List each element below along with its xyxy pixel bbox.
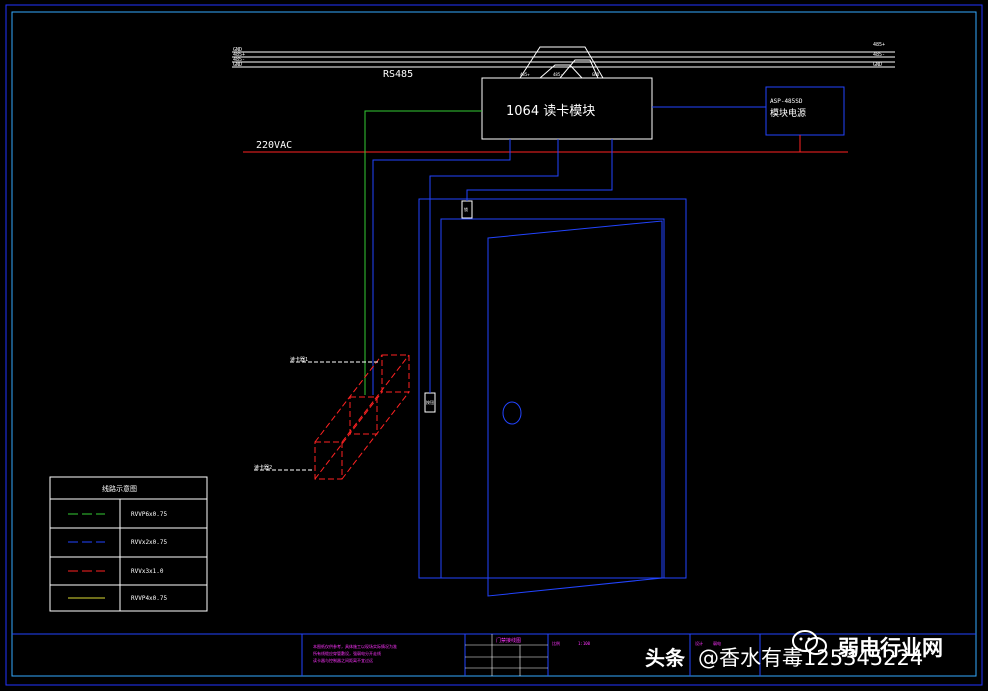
legend-title: 线路示意图 bbox=[102, 484, 137, 493]
power-module-label-1: ASP-485SD bbox=[770, 98, 803, 105]
title-note-1: 本图纸仅供参考，具体施工以现场实际情况为准 bbox=[313, 643, 397, 649]
scale-value: 1:100 bbox=[578, 641, 591, 646]
legend-item-4-label: RVVP4x0.75 bbox=[131, 595, 168, 602]
watermark-handle: @香水有毒125345224 bbox=[698, 646, 924, 670]
power-label: 220VAC bbox=[256, 140, 292, 151]
legend-item-3-label: RVVx3x1.0 bbox=[131, 568, 164, 575]
door-leaf bbox=[487, 220, 663, 597]
blue-wire-to-lock bbox=[466, 139, 613, 201]
outer-frame bbox=[5, 4, 983, 686]
exit-button-label: 按钮 bbox=[426, 399, 434, 405]
power-module-label-2: 模块电源 bbox=[770, 107, 806, 119]
wiring-diagram-canvas: GND 485+ 485- GND 485+ 485- GND 485+ 485… bbox=[5, 4, 983, 686]
rs485-label: RS485 bbox=[383, 69, 413, 80]
title-note-3: 读卡器与控制器之间距离不宜过远 bbox=[313, 657, 373, 663]
right-wire-label-3: GND bbox=[873, 62, 882, 68]
inner-frame bbox=[11, 11, 977, 677]
scale-label: 比例 bbox=[552, 640, 560, 646]
door-frame bbox=[418, 198, 687, 579]
reader2-label: 读卡器2 bbox=[254, 464, 272, 471]
reader1-label: 读卡器1 bbox=[290, 356, 308, 363]
legend-table bbox=[49, 476, 208, 612]
rs485-bus bbox=[232, 46, 895, 79]
title-note-2: 所有线缆应穿管敷设，强弱电分开走线 bbox=[313, 650, 381, 656]
right-wire-label-1: 485+ bbox=[873, 42, 885, 48]
right-wire-label-2: 485- bbox=[873, 52, 885, 58]
legend-item-1-label: RVVP6x0.75 bbox=[131, 511, 168, 518]
left-wire-label-4: GND bbox=[233, 62, 242, 68]
card-reader-assembly bbox=[314, 354, 410, 480]
legend-item-2-label: RVVx2x0.75 bbox=[131, 539, 168, 546]
watermark-brand: 头条 bbox=[645, 646, 685, 670]
junction-label-3: GND bbox=[592, 72, 600, 77]
blue-wire-to-button bbox=[429, 139, 559, 393]
green-wire-to-reader bbox=[364, 110, 482, 395]
reader-module-label: 1064 读卡模块 bbox=[506, 104, 595, 119]
door-handle bbox=[502, 401, 522, 425]
junction-label-2: 485- bbox=[553, 72, 563, 77]
lock-label: 锁 bbox=[464, 206, 468, 212]
drawing-name: 门禁接线图 bbox=[496, 637, 521, 644]
junction-label-1: 485+ bbox=[520, 72, 530, 77]
